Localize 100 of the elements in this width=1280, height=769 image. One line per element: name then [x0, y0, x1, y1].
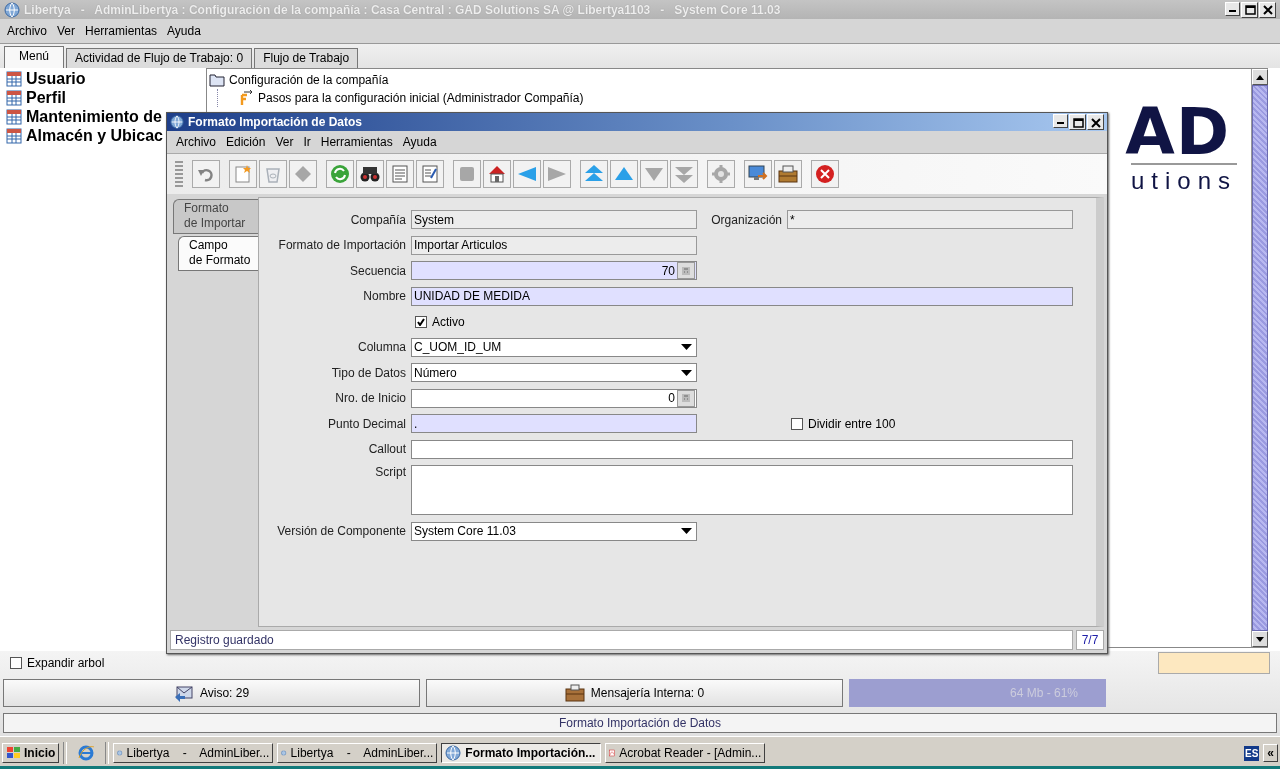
field-label: Secuencia — [348, 263, 406, 278]
dropdown-field[interactable]: C_UOM_ID_UM — [411, 337, 697, 357]
down-arrow-icon — [1256, 636, 1264, 642]
logo-text: AD — [1125, 101, 1230, 163]
menu-item[interactable]: Herramientas — [80, 22, 163, 40]
house-icon — [487, 164, 507, 184]
globe-icon — [4, 1, 20, 18]
calculator-icon — [682, 266, 690, 275]
taskbar-button[interactable]: Libertya - AdminLiber... — [277, 743, 438, 763]
scroll-down-button[interactable] — [1252, 631, 1268, 647]
minimize-icon — [1057, 122, 1064, 124]
menu-item[interactable]: Herramientas — [315, 133, 398, 151]
field-label: Formato de Importación — [277, 238, 406, 252]
language-indicator[interactable]: ES — [1243, 745, 1260, 761]
status-button[interactable]: Mensajería Interna: 0 — [426, 679, 843, 707]
binoculars-icon — [360, 164, 380, 184]
binoculars-button[interactable] — [356, 160, 384, 188]
logo-subtitle: utions — [1130, 163, 1237, 195]
briefcase-icon — [564, 683, 585, 703]
double-up-arrow-icon — [584, 164, 604, 184]
dropdown-field[interactable]: System Core 11.03 — [411, 521, 697, 541]
menu-item[interactable]: Ir — [298, 133, 316, 151]
house-button[interactable] — [483, 160, 511, 188]
toolbar-grip[interactable] — [175, 161, 183, 187]
checkbox[interactable] — [791, 417, 803, 430]
briefcase-icon — [778, 164, 798, 184]
caret-icon — [681, 369, 692, 376]
taskbar-button[interactable]: Formato Importación... — [441, 743, 602, 763]
menu-item[interactable]: Edición — [221, 133, 271, 151]
scrollbar-thumb[interactable] — [1252, 85, 1268, 631]
double-up-arrow-button[interactable] — [580, 160, 608, 188]
gear-icon — [711, 164, 731, 184]
maximize-icon — [1242, 3, 1257, 16]
globe-icon — [170, 115, 184, 129]
text-area[interactable] — [411, 465, 1073, 515]
left-arrow-icon — [517, 164, 537, 184]
left-arrow-button[interactable] — [513, 160, 541, 188]
side-tab[interactable]: Formato de Importar — [173, 199, 258, 234]
side-tab[interactable]: Campo de Formato — [178, 236, 261, 271]
field-label: Callout — [367, 442, 406, 456]
calculator-button[interactable] — [677, 389, 695, 407]
up-arrow-button[interactable] — [610, 160, 638, 188]
calculator-button[interactable] — [677, 262, 695, 279]
right-arrow-icon — [547, 164, 567, 184]
field-label: Nombre — [362, 289, 406, 303]
tree-node[interactable]: Pasos para la configuración inicial (Administrador Compañía) — [258, 91, 584, 105]
maximize-button[interactable] — [1241, 1, 1258, 18]
menu-item[interactable]: Ver — [270, 133, 299, 151]
table-icon — [6, 90, 22, 106]
field-label: Script — [374, 465, 406, 479]
briefcase-button[interactable] — [774, 160, 802, 188]
form-button[interactable] — [416, 160, 444, 188]
new-document-button[interactable] — [229, 160, 257, 188]
menu-item[interactable]: Ver — [52, 22, 81, 40]
menu-item[interactable]: Archivo — [171, 133, 221, 151]
taskbar-button[interactable]: Libertya - AdminLiber... — [113, 743, 274, 763]
scroll-up-button[interactable] — [1252, 69, 1268, 85]
menu-entry[interactable]: Almacén y Ubicac — [26, 127, 163, 145]
diamond-icon — [293, 164, 313, 184]
close-icon — [1088, 115, 1103, 129]
refresh-icon — [330, 164, 350, 184]
text-field[interactable] — [411, 439, 1073, 459]
tray-toggle-button[interactable]: « — [1263, 744, 1278, 762]
tab[interactable]: Menú — [4, 46, 65, 68]
maximize-icon — [1070, 115, 1085, 129]
record-counter: 7/7 — [1076, 630, 1104, 650]
double-down-arrow-icon — [674, 164, 694, 184]
menu-entry[interactable]: Usuario — [26, 70, 86, 88]
text-field[interactable]: UNIDAD DE MEDIDA — [411, 286, 1073, 306]
start-button[interactable]: Inicio — [2, 743, 60, 763]
window-title: Formato Importación de Datos — [188, 115, 364, 129]
menu-entry[interactable]: Mantenimiento de — [26, 108, 162, 126]
menu-item[interactable]: Ayuda — [162, 22, 206, 40]
menu-item[interactable]: Ayuda — [397, 133, 442, 151]
tab[interactable]: Flujo de Trabajo — [254, 48, 359, 68]
field-label: Punto Decimal — [326, 416, 406, 431]
flag-icon — [6, 746, 22, 760]
new-document-icon — [233, 164, 253, 184]
minimize-button[interactable] — [1053, 114, 1068, 128]
taskbar-button[interactable]: Acrobat Reader - [Admin... — [605, 743, 766, 763]
table-icon — [6, 128, 22, 144]
menu-entry[interactable]: Perfil — [26, 89, 66, 107]
document-icon — [390, 164, 410, 184]
dropdown-field[interactable]: Número — [411, 363, 697, 382]
checkbox[interactable] — [415, 315, 427, 328]
monitor-button[interactable] — [744, 160, 772, 188]
number-field[interactable]: 0 — [411, 388, 697, 408]
caret-icon — [681, 528, 692, 534]
checkbox-label: Dividir entre 100 — [808, 416, 896, 431]
text-field[interactable]: . — [411, 414, 697, 433]
status-button[interactable]: Aviso: 29 — [3, 679, 420, 707]
checkbox[interactable] — [10, 657, 22, 669]
status-bar: Formato Importación de Datos — [3, 713, 1277, 733]
minimize-button[interactable] — [1225, 1, 1240, 16]
maximize-button[interactable] — [1069, 114, 1086, 130]
tab[interactable]: Actividad de Flujo de Trabajo: 0 — [66, 48, 253, 68]
tree-node[interactable]: Configuración de la compañía — [229, 73, 389, 87]
menu-item[interactable]: Archivo — [2, 22, 52, 40]
number-field[interactable]: 70 — [411, 261, 697, 280]
field-label: Nro. de Inicio — [334, 391, 406, 405]
